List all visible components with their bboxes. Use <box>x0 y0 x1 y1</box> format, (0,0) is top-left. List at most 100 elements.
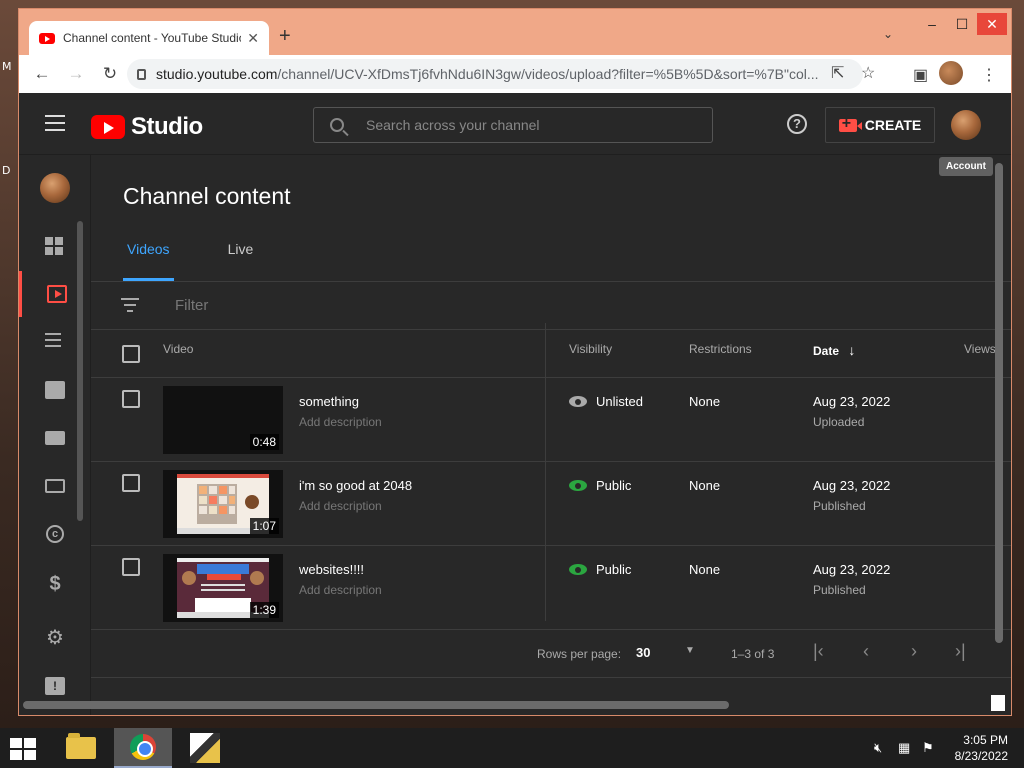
channel-search-input[interactable]: Search across your channel <box>313 107 713 143</box>
video-thumbnail[interactable]: 1:07 <box>163 470 283 538</box>
video-description[interactable]: Add description <box>299 415 382 429</box>
sidebar-item-dashboard[interactable] <box>19 223 91 269</box>
url-domain: studio.youtube.com <box>156 66 278 82</box>
restrictions-cell: None <box>689 478 721 493</box>
copyright-icon: c <box>46 525 64 543</box>
sidebar-item-analytics[interactable] <box>19 367 91 413</box>
side-panel-icon[interactable]: ▣ <box>913 65 928 85</box>
action-center-flag-icon[interactable]: ⚑ <box>922 740 934 756</box>
dollar-icon: $ <box>49 573 61 595</box>
visibility-cell[interactable]: Unlisted <box>569 394 643 409</box>
visibility-label: Public <box>596 478 632 493</box>
chrome-profile-avatar[interactable] <box>939 61 963 85</box>
video-description[interactable]: Add description <box>299 583 382 597</box>
reload-icon[interactable]: ↻ <box>93 64 127 84</box>
back-arrow-icon[interactable]: ← <box>25 64 59 84</box>
divider <box>91 281 1011 282</box>
horizontal-scrollbar[interactable] <box>23 701 729 709</box>
logo-text: Studio <box>131 113 203 140</box>
table-row[interactable]: 1:07 i'm so good at 2048 Add description… <box>91 462 1011 546</box>
row-checkbox[interactable] <box>122 390 140 408</box>
video-title[interactable]: something <box>299 394 359 409</box>
tab-live[interactable]: Live <box>224 241 258 281</box>
eye-icon <box>569 396 587 407</box>
youtube-studio-app: Studio Search across your channel ? CREA… <box>19 93 1011 715</box>
filter-input[interactable]: Filter <box>175 297 208 314</box>
vertical-scrollbar[interactable] <box>995 163 1003 643</box>
hamburger-menu-icon[interactable] <box>45 115 65 131</box>
taskbar-file-explorer[interactable] <box>52 728 110 768</box>
video-title[interactable]: i'm so good at 2048 <box>299 478 412 493</box>
close-tab-icon[interactable]: ✕ <box>247 30 259 47</box>
taskbar-app[interactable] <box>176 728 234 768</box>
divider <box>91 629 1011 630</box>
sort-arrow-down-icon: ↓ <box>848 342 856 358</box>
sidebar-item-content[interactable] <box>19 271 91 317</box>
youtube-logo-icon <box>91 115 125 139</box>
search-placeholder: Search across your channel <box>366 117 540 133</box>
video-thumbnail[interactable]: 1:39 <box>163 554 283 622</box>
bookmark-star-icon[interactable]: ☆ <box>861 59 875 89</box>
visibility-cell[interactable]: Public <box>569 478 631 493</box>
next-page-icon[interactable]: › <box>911 641 917 662</box>
taskbar-chrome[interactable] <box>114 728 172 768</box>
table-row[interactable]: 0:48 something Add description Unlisted … <box>91 378 1011 462</box>
prev-page-icon[interactable]: ‹ <box>863 641 869 662</box>
volume-muted-icon[interactable]: 🔇︎ <box>874 740 882 756</box>
close-window-button[interactable]: ✕ <box>977 13 1007 35</box>
desktop-label-fragment: D <box>2 164 11 177</box>
video-thumbnail[interactable]: 0:48 <box>163 386 283 454</box>
system-clock[interactable]: 3:05 PM 8/23/2022 <box>948 732 1008 764</box>
restrictions-cell: None <box>689 394 721 409</box>
network-icon[interactable]: ▦ <box>898 740 910 756</box>
url-path: /channel/UCV-XfDmsTj6fvhNdu6IN3gw/videos… <box>277 66 819 82</box>
folder-icon <box>66 733 96 759</box>
video-title[interactable]: websites!!!! <box>299 562 364 577</box>
column-header-date[interactable]: Date ↓ <box>813 342 855 358</box>
create-button[interactable]: CREATE <box>825 107 935 143</box>
row-checkbox[interactable] <box>122 474 140 492</box>
forward-arrow-icon[interactable]: → <box>59 64 93 84</box>
channel-avatar[interactable] <box>40 173 70 203</box>
playlist-icon <box>45 333 65 351</box>
select-all-checkbox[interactable] <box>122 345 140 363</box>
more-menu-icon[interactable]: ⋮ <box>981 65 997 85</box>
first-page-icon[interactable]: |‹ <box>813 641 824 662</box>
rows-per-page-select[interactable]: 30 <box>636 645 650 660</box>
new-tab-button[interactable]: + <box>279 25 291 48</box>
date-cell: Aug 23, 2022 <box>813 562 891 577</box>
url-text[interactable]: studio.youtube.com/channel/UCV-XfDmsTj6f… <box>156 66 863 82</box>
share-icon[interactable]: ⇱ <box>831 59 844 89</box>
sidebar-item-earn[interactable]: $ <box>19 559 91 605</box>
windows-start-icon[interactable] <box>10 738 36 760</box>
lock-icon[interactable] <box>137 68 146 80</box>
minimize-button[interactable]: – <box>917 13 947 35</box>
youtube-favicon-icon <box>39 32 55 44</box>
create-label: CREATE <box>864 117 922 133</box>
sidebar-item-settings[interactable]: ⚙ <box>19 615 91 661</box>
tab-search-chevron-icon[interactable]: ⌄ <box>883 27 893 41</box>
tab-videos[interactable]: Videos <box>123 241 174 281</box>
sidebar-item-subtitles[interactable] <box>19 463 91 509</box>
video-description[interactable]: Add description <box>299 499 382 513</box>
sidebar-item-comments[interactable] <box>19 415 91 461</box>
video-camera-icon <box>838 115 862 133</box>
row-checkbox[interactable] <box>122 558 140 576</box>
filter-icon[interactable] <box>121 298 139 316</box>
restrictions-cell: None <box>689 562 721 577</box>
last-page-icon[interactable]: ›| <box>955 641 966 662</box>
browser-window: – ☐ ✕ Channel content - YouTube Studio ✕… <box>18 8 1012 716</box>
help-icon[interactable]: ? <box>787 114 807 134</box>
table-row[interactable]: 1:39 websites!!!! Add description Public… <box>91 546 1011 630</box>
date-status: Published <box>813 499 866 513</box>
chrome-icon <box>130 734 156 760</box>
studio-logo[interactable]: Studio <box>91 113 203 141</box>
url-bar[interactable]: studio.youtube.com/channel/UCV-XfDmsTj6f… <box>127 59 875 89</box>
maximize-button[interactable]: ☐ <box>947 13 977 35</box>
dropdown-caret-icon[interactable]: ▼ <box>685 645 695 656</box>
visibility-cell[interactable]: Public <box>569 562 631 577</box>
browser-tab[interactable]: Channel content - YouTube Studio ✕ <box>29 21 269 55</box>
sidebar-item-playlists[interactable] <box>19 319 91 365</box>
account-avatar[interactable] <box>951 110 981 140</box>
sidebar-item-copyright[interactable]: c <box>19 511 91 557</box>
